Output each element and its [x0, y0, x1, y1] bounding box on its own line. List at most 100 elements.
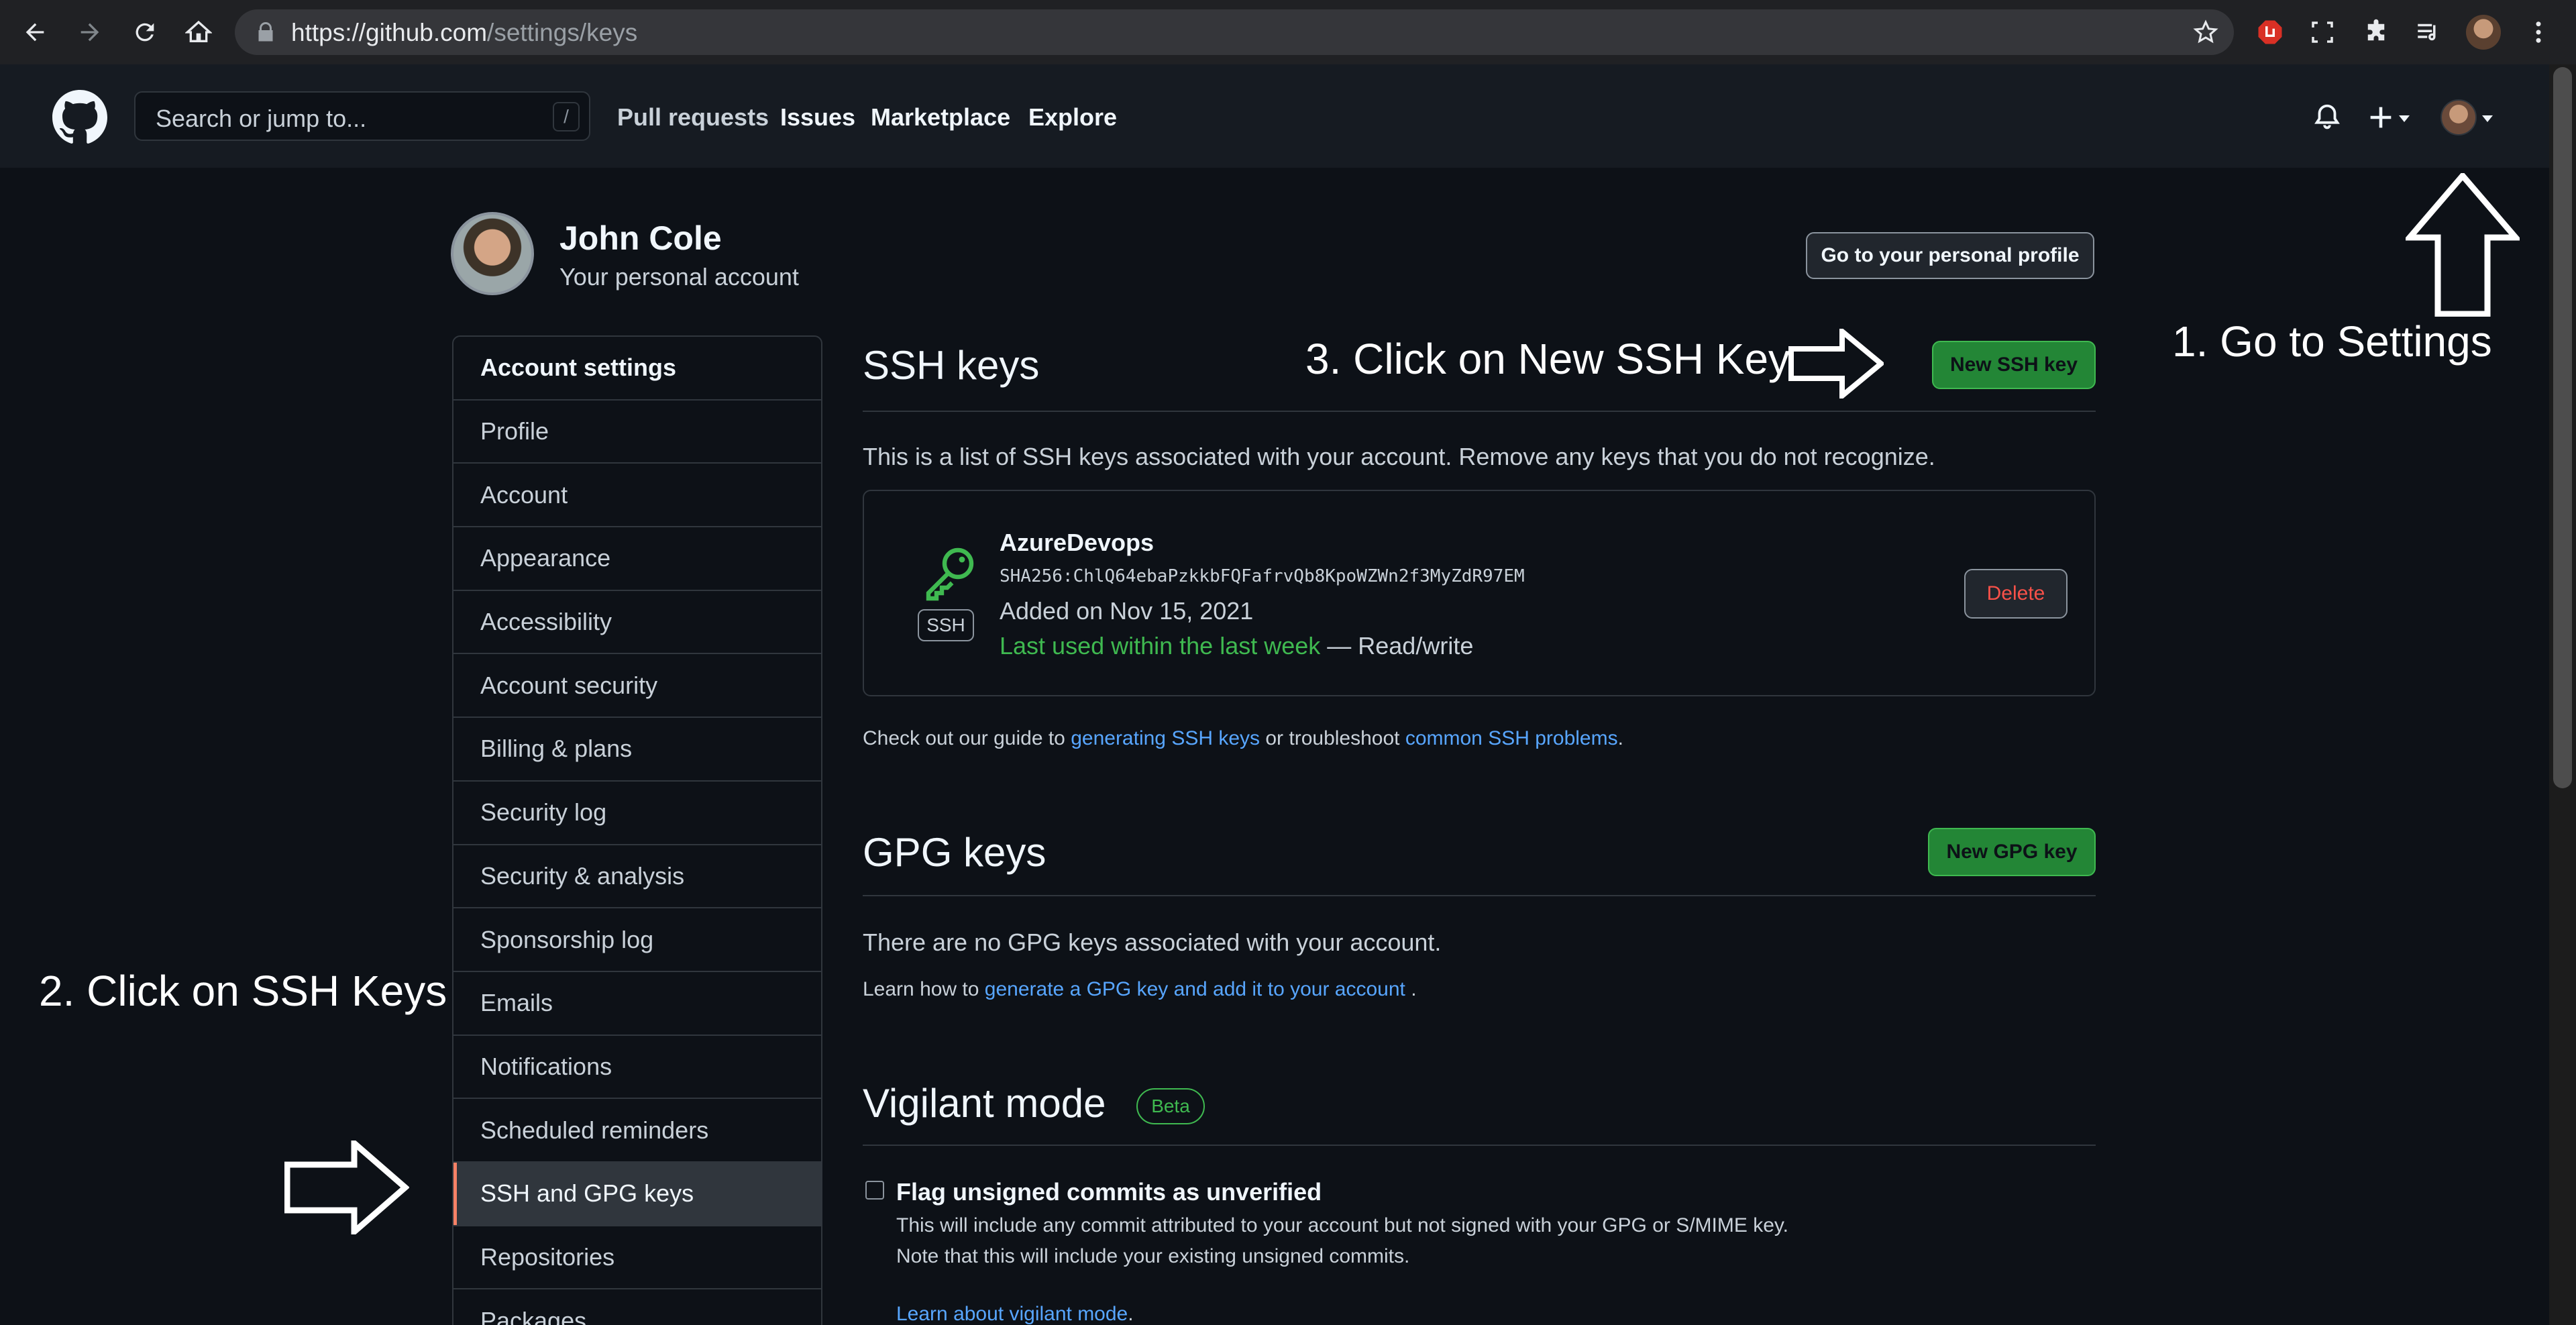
address-bar[interactable]: https://github.com/settings/keys: [235, 9, 2234, 55]
ssh-key-usage: Last used within the last week — Read/wr…: [1000, 632, 1473, 660]
search-shortcut-key: /: [553, 102, 580, 131]
sidebar-item-accessibility[interactable]: Accessibility: [453, 591, 821, 655]
extension-adblock-icon[interactable]: [2253, 15, 2288, 50]
vigilant-help-line2: Note that this will include your existin…: [896, 1245, 1410, 1267]
vigilant-learn-suffix: .: [1128, 1303, 1134, 1325]
ssh-guide-prefix: Check out our guide to: [863, 727, 1071, 749]
url-text: https://github.com/settings/keys: [291, 19, 638, 46]
sidebar-item-notifications[interactable]: Notifications: [453, 1036, 821, 1100]
arrow-right-icon: [80, 23, 99, 42]
generating-ssh-keys-link[interactable]: generating SSH keys: [1071, 727, 1260, 749]
bookmark-star-icon[interactable]: [2192, 19, 2219, 46]
ssh-key-added-date: Added on Nov 15, 2021: [1000, 597, 1254, 625]
back-button[interactable]: [17, 15, 52, 50]
nav-pull-requests[interactable]: Pull requests: [617, 103, 769, 131]
ssh-guide-middle: or troubleshoot: [1260, 727, 1405, 749]
annotation-arrow-up-icon: [2406, 173, 2520, 317]
common-ssh-problems-link[interactable]: common SSH problems: [1405, 727, 1618, 749]
beta-badge: Beta: [1136, 1088, 1205, 1124]
gpg-empty-text: There are no GPG keys associated with yo…: [863, 929, 1442, 956]
go-to-profile-button[interactable]: Go to your personal profile: [1806, 232, 2094, 279]
annotation-arrow-right-sidebar-icon: [284, 1141, 409, 1234]
sidebar-item-ssh-gpg-keys[interactable]: SSH and GPG keys: [453, 1162, 821, 1226]
vigilant-help-line1: This will include any commit attributed …: [896, 1214, 1789, 1236]
browser-toolbar: https://github.com/settings/keys: [0, 0, 2576, 64]
ssh-key-access: — Read/write: [1320, 632, 1474, 659]
nav-issues[interactable]: Issues: [780, 103, 855, 131]
gpg-keys-title: GPG keys: [863, 830, 1046, 875]
home-button[interactable]: [181, 15, 216, 50]
annotation-arrow-right-ssh-icon: [1788, 329, 1884, 399]
ssh-key-last-used: Last used within the last week: [1000, 632, 1321, 659]
annotation-step-2: 2. Click on SSH Keys: [39, 967, 447, 1015]
generate-gpg-key-link[interactable]: generate a GPG key and add it to your ac…: [985, 978, 1405, 1000]
search-input[interactable]: Search or jump to... /: [134, 91, 590, 141]
create-new-plus-icon[interactable]: [2363, 99, 2399, 136]
ssh-divider: [863, 411, 2096, 412]
gpg-learn-prefix: Learn how to: [863, 978, 985, 1000]
sidebar-item-repositories[interactable]: Repositories: [453, 1226, 821, 1290]
reload-icon: [136, 23, 154, 42]
browser-profile-avatar[interactable]: [2466, 15, 2501, 50]
nav-explore[interactable]: Explore: [1028, 103, 1117, 131]
new-ssh-key-label: New SSH key: [1949, 354, 2078, 376]
search-placeholder: Search or jump to...: [156, 105, 367, 132]
extension-screenshot-icon[interactable]: [2305, 15, 2340, 50]
extensions-puzzle-icon[interactable]: [2359, 15, 2394, 50]
profile-avatar: [451, 212, 534, 295]
ssh-key-card: SSH AzureDevops SHA256:ChlQ64ebaPzkkbFQF…: [863, 490, 2096, 696]
ssh-guide-suffix: .: [1617, 727, 1623, 749]
github-header: Search or jump to... / Pull requests Iss…: [0, 64, 2549, 168]
delete-ssh-key-button[interactable]: Delete: [1964, 569, 2068, 619]
sidebar-item-profile[interactable]: Profile: [453, 401, 821, 464]
forward-button[interactable]: [72, 15, 107, 50]
user-avatar-menu[interactable]: [2440, 99, 2477, 136]
ssh-key-name: AzureDevops: [1000, 529, 1155, 556]
sidebar-item-scheduled-reminders[interactable]: Scheduled reminders: [453, 1099, 821, 1163]
learn-vigilant-mode-link[interactable]: Learn about vigilant mode: [896, 1303, 1128, 1325]
create-caret-icon: [2399, 115, 2410, 122]
browser-menu-icon[interactable]: [2521, 15, 2556, 50]
new-ssh-key-button[interactable]: New SSH key: [1932, 341, 2096, 389]
profile-name: John Cole: [559, 219, 722, 257]
profile-subtitle: Your personal account: [559, 263, 799, 290]
nav-marketplace[interactable]: Marketplace: [871, 103, 1010, 131]
annotation-step-1: 1. Go to Settings: [2172, 317, 2492, 366]
ssh-key-fingerprint: SHA256:ChlQ64ebaPzkkbFQFafrvQb8KpoWZWn2f…: [1000, 566, 1525, 586]
sidebar-heading-account-settings: Account settings: [453, 337, 821, 401]
vigilant-learn-text: Learn about vigilant mode.: [896, 1303, 1134, 1325]
sidebar-item-packages[interactable]: Packages: [453, 1289, 821, 1325]
sidebar-item-security-log[interactable]: Security log: [453, 782, 821, 845]
sidebar-item-account[interactable]: Account: [453, 464, 821, 528]
flag-unsigned-commits-checkbox[interactable]: [865, 1181, 884, 1200]
arrow-left-icon: [25, 23, 44, 42]
gpg-learn-suffix: .: [1405, 978, 1417, 1000]
gpg-divider: [863, 895, 2096, 896]
ssh-keys-title: SSH keys: [863, 343, 1040, 388]
reload-button[interactable]: [127, 15, 162, 50]
flag-unsigned-commits-label[interactable]: Flag unsigned commits as unverified: [896, 1178, 1322, 1206]
user-menu-caret-icon: [2482, 115, 2493, 122]
ssh-guide-text: Check out our guide to generating SSH ke…: [863, 727, 1623, 750]
sidebar-item-emails[interactable]: Emails: [453, 972, 821, 1036]
media-queue-icon[interactable]: [2411, 15, 2446, 50]
key-icon: [926, 547, 974, 601]
sidebar-item-sponsorship-log[interactable]: Sponsorship log: [453, 908, 821, 972]
sidebar-item-security-analysis[interactable]: Security & analysis: [453, 845, 821, 909]
vigilant-divider: [863, 1145, 2096, 1146]
new-gpg-key-button[interactable]: New GPG key: [1928, 828, 2096, 876]
ssh-badge: SSH: [918, 609, 974, 641]
sidebar-item-appearance[interactable]: Appearance: [453, 527, 821, 591]
ssh-description: This is a list of SSH keys associated wi…: [863, 443, 1935, 470]
gpg-learn-text: Learn how to generate a GPG key and add …: [863, 978, 1417, 1001]
annotation-step-3: 3. Click on New SSH Key: [1305, 335, 1790, 383]
vigilant-mode-title: Vigilant mode: [863, 1081, 1106, 1126]
sidebar-item-account-security[interactable]: Account security: [453, 654, 821, 719]
notifications-bell-icon[interactable]: [2309, 99, 2345, 136]
home-icon: [185, 20, 212, 42]
new-gpg-key-label: New GPG key: [1946, 841, 2078, 863]
settings-sidebar: Account settings Profile Account Appeara…: [452, 335, 822, 1325]
sidebar-item-billing[interactable]: Billing & plans: [453, 718, 821, 782]
github-logo-icon[interactable]: [52, 90, 107, 145]
scrollbar-thumb[interactable]: [2553, 67, 2572, 788]
